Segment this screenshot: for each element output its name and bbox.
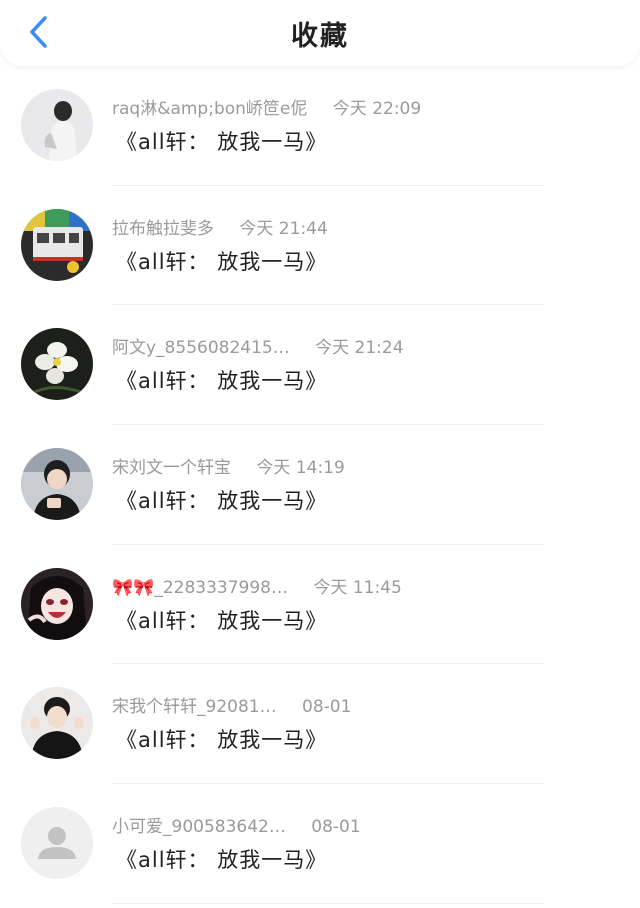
user-name[interactable]: 阿文y_8556082415… [112,333,290,358]
favorites-list: raq淋&amp;bon峤笸e伲 今天 22:09 《all轩： 放我一马》 拉… [0,66,640,904]
list-item[interactable]: 🎀🎀_2283337998… 今天 11:45 《all轩： 放我一马》 [0,545,640,665]
avatar[interactable] [21,567,93,640]
user-name[interactable]: 宋我个轩轩_92081… [112,692,277,717]
item-meta: 🎀🎀_2283337998… 今天 11:45 [112,573,402,598]
timestamp: 08-01 [302,697,352,718]
user-name[interactable]: 宋刘文一个轩宝 [112,453,231,478]
list-item[interactable]: raq淋&amp;bon峤笸e伲 今天 22:09 《all轩： 放我一马》 [0,66,640,186]
item-content: 《all轩： 放我一马》 [116,369,328,394]
user-name[interactable]: raq淋&amp;bon峤笸e伲 [112,94,307,119]
timestamp: 今天 21:44 [239,218,328,239]
top-bar: 收藏 [0,0,640,66]
item-content: 《all轩： 放我一马》 [116,848,328,873]
item-content: 《all轩： 放我一马》 [116,249,328,274]
page-title: 收藏 [291,21,349,52]
avatar[interactable] [21,328,93,401]
timestamp: 08-01 [311,817,361,838]
avatar[interactable] [21,807,93,880]
avatar[interactable] [21,687,93,760]
user-name[interactable]: 🎀🎀_2283337998… [112,578,288,598]
list-item[interactable]: 小可爱_900583642… 08-01 《all轩： 放我一马》 [0,784,640,904]
item-meta: 宋刘文一个轩宝 今天 14:19 [112,453,345,478]
avatar[interactable] [21,208,93,281]
user-name[interactable]: 拉布触拉斐多 [112,214,214,239]
item-meta: 拉布触拉斐多 今天 21:44 [112,214,328,239]
divider [112,902,544,904]
timestamp: 今天 22:09 [332,99,422,119]
list-item[interactable]: 宋我个轩轩_92081… 08-01 《all轩： 放我一马》 [0,664,640,785]
timestamp: 今天 21:24 [315,338,404,359]
item-content: 《all轩： 放我一马》 [116,608,328,633]
item-meta: 宋我个轩轩_92081… 08-01 [112,692,351,717]
user-name[interactable]: 小可爱_900583642… [112,812,286,837]
item-meta: 小可爱_900583642… 08-01 [112,812,361,837]
list-item[interactable]: 阿文y_8556082415… 今天 21:24 《all轩： 放我一马》 [0,305,640,426]
list-item[interactable]: 宋刘文一个轩宝 今天 14:19 《all轩： 放我一马》 [0,425,640,545]
item-content: 《all轩： 放我一马》 [116,728,328,753]
timestamp: 今天 11:45 [313,577,402,598]
avatar[interactable] [21,448,93,521]
item-content: 《all轩： 放我一马》 [116,130,328,154]
item-meta: raq淋&amp;bon峤笸e伲 今天 22:09 [112,94,421,119]
timestamp: 今天 14:19 [256,458,345,479]
avatar[interactable] [21,89,93,161]
list-item[interactable]: 拉布触拉斐多 今天 21:44 《all轩： 放我一马》 [0,186,640,306]
item-content: 《all轩： 放我一马》 [116,489,328,514]
item-meta: 阿文y_8556082415… 今天 21:24 [112,333,404,358]
default-avatar-icon [21,807,93,880]
